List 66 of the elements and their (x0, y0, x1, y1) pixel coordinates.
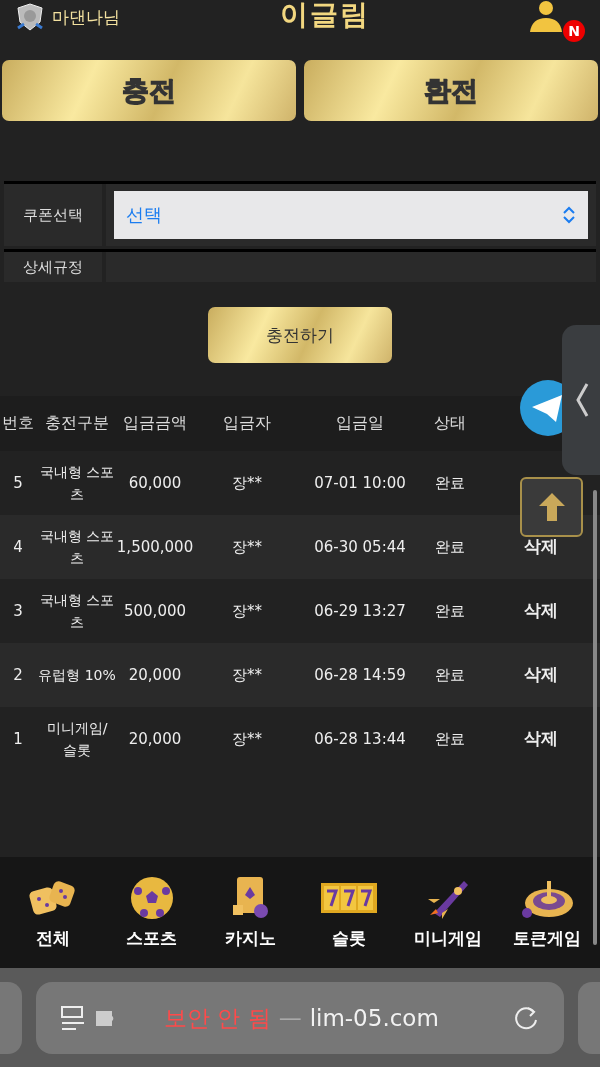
table-cell-text: 장** (232, 537, 262, 558)
table-cell-text: 장** (232, 665, 262, 686)
reload-icon[interactable] (512, 1004, 540, 1032)
field-label: 상세규정 (4, 252, 102, 282)
table-cell-text: 1 (13, 729, 23, 750)
table-cell-text: 1,500,000 (116, 537, 194, 558)
field-label: 쿠폰선택 (4, 184, 102, 246)
rank-shield-icon (14, 2, 46, 32)
table-cell-text: 06-29 13:27 (314, 601, 406, 622)
column-header: 입금일 (335, 413, 385, 434)
telegram-icon[interactable] (520, 380, 562, 436)
reader-icon (60, 1003, 86, 1033)
separator: — (278, 1005, 302, 1031)
chevron-updown-icon (562, 206, 576, 224)
column-header: 상태 (433, 413, 467, 434)
table-cell-text: 완료 (435, 729, 465, 750)
nav-item[interactable]: 카지노 (202, 874, 299, 951)
address-bar[interactable]: 보안 안 됨 — lim-05.com (36, 982, 564, 1054)
column-header: 입금금액 (122, 413, 188, 434)
table-cell-text: 국내형 스포츠 (38, 590, 116, 632)
notification-badge: N (563, 20, 585, 42)
table-cell-text: 장** (232, 601, 262, 622)
side-panel-toggle[interactable] (562, 325, 600, 475)
table-cell-text: 20,000 (128, 729, 182, 750)
table-cell-text: 20,000 (128, 665, 182, 686)
table-cell-text: 500,000 (124, 601, 186, 622)
table-cell-text: 장** (232, 473, 262, 494)
table-cell-text: 완료 (435, 665, 465, 686)
site-logo[interactable]: 이글림 (280, 0, 370, 34)
column-header: 입금자 (222, 413, 272, 434)
table-cell-text: 완료 (435, 537, 465, 558)
table-cell-text: 완료 (435, 473, 465, 494)
deposit-button[interactable]: 충전하기 (208, 307, 392, 363)
table-cell-text: 06-30 05:44 (314, 537, 406, 558)
nav-item[interactable]: 토큰게임 (498, 874, 595, 951)
table-cell-text: 07-01 10:00 (314, 473, 406, 494)
table-cell-text: 4 (13, 537, 23, 558)
table-cell-text: 장** (232, 729, 262, 750)
table-cell-text: 60,000 (128, 473, 182, 494)
tab-button[interactable]: 환전 (304, 60, 598, 121)
table-cell-text: 06-28 13:44 (314, 729, 406, 750)
nav-item[interactable]: 스포츠 (104, 874, 200, 951)
table-cell-text: 2 (13, 665, 23, 686)
user-name: 마댄나님 (52, 5, 120, 29)
table-cell-text: 완료 (435, 601, 465, 622)
delete-link[interactable]: 삭제 (524, 597, 558, 625)
table-cell-text: 5 (13, 473, 23, 494)
table-cell-text: 미니게임/ 슬롯 (45, 718, 109, 760)
delete-link[interactable]: 삭제 (524, 725, 558, 753)
delete-link[interactable]: 삭제 (524, 533, 558, 561)
table-cell-text: 국내형 스포츠 (38, 462, 116, 504)
table-cell-text: 국내형 스포츠 (38, 526, 116, 568)
table-cell-text: 3 (13, 601, 23, 622)
table-cell-text: 유럽형 10% (38, 665, 116, 685)
nav-item[interactable]: 전체 (5, 874, 102, 951)
delete-link[interactable]: 삭제 (524, 661, 558, 689)
nav-item[interactable]: 슬롯 (301, 874, 398, 951)
tab-button[interactable]: 충전 (2, 60, 296, 121)
nav-item[interactable]: 미니게임 (399, 874, 496, 951)
chevron-left-icon (575, 382, 589, 418)
scroll-top-button[interactable] (520, 477, 583, 537)
url-text: lim-05.com (309, 1005, 440, 1031)
column-header: 번호 (1, 413, 35, 434)
column-header: 충전구분 (44, 413, 110, 434)
security-warning: 보안 안 됨 (164, 1003, 271, 1033)
table-cell-text: 06-28 14:59 (314, 665, 406, 686)
